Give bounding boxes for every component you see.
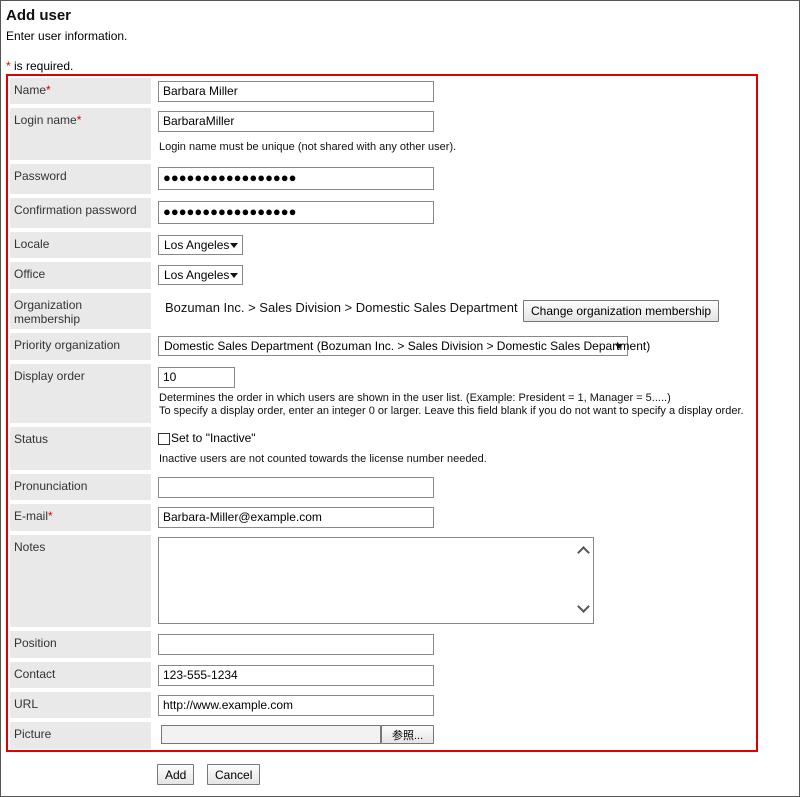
status-hint: Inactive users are not counted towards t… [159,453,487,465]
required-note: * is required. [6,59,73,73]
office-select[interactable]: Los Angeles [158,265,243,285]
notes-label: Notes [10,535,151,627]
password-label: Password [10,164,151,194]
page-title: Add user [6,7,72,24]
name-label: Name* [10,78,151,104]
name-cell: Barbara Miller [158,76,756,105]
position-cell [158,629,756,659]
locale-select[interactable]: Los Angeles [158,235,243,255]
required-mark: * [48,509,53,523]
picture-label: Picture [10,722,151,749]
picture-cell: 参照... [158,720,756,750]
inactive-checkbox[interactable] [158,433,170,445]
contact-label: Contact [10,662,151,688]
password-cell: ●●●●●●●●●●●●●●●●● [158,162,756,195]
position-input[interactable] [158,634,434,655]
row-login-name: Login name* BarbaraMiller Login name mus… [8,106,756,162]
pronunciation-input[interactable] [158,477,434,498]
scroll-down-icon[interactable] [577,600,590,613]
row-contact: Contact 123-555-1234 [8,660,756,690]
row-status: Status Set to "Inactive" Inactive users … [8,425,756,472]
row-office: Office Los Angeles [8,260,756,291]
row-url: URL http://www.example.com [8,690,756,720]
priority-org-value: Domestic Sales Department (Bozuman Inc. … [164,339,651,353]
change-org-membership-button[interactable]: Change organization membership [523,300,720,322]
row-password: Password ●●●●●●●●●●●●●●●●● [8,162,756,196]
org-membership-label: Organization membership [10,293,151,329]
login-name-label-text: Login name [14,113,77,127]
row-pronunciation: Pronunciation [8,472,756,502]
picture-file-path[interactable] [161,725,381,744]
display-order-input[interactable]: 10 [158,367,235,388]
login-name-hint: Login name must be unique (not shared wi… [159,141,457,153]
page-subtitle: Enter user information. [6,29,128,43]
inactive-checkbox-label[interactable]: Set to "Inactive" [171,431,256,445]
chevron-down-icon [615,344,623,349]
row-org-membership: Organization membership Bozuman Inc. > S… [8,291,756,331]
row-picture: Picture 参照... [8,720,756,750]
status-cell: Set to "Inactive" Inactive users are not… [158,425,756,471]
row-notes: Notes [8,533,756,629]
locale-value: Los Angeles [164,238,230,252]
email-label: E-mail* [10,504,151,531]
login-name-cell: BarbaraMiller Login name must be unique … [158,106,756,161]
row-name: Name* Barbara Miller [8,76,756,106]
email-cell: Barbara-Miller@example.com [158,502,756,532]
pronunciation-cell [158,472,756,501]
confirm-password-input[interactable]: ●●●●●●●●●●●●●●●●● [158,201,434,224]
display-order-hint-2: To specify a display order, enter an int… [159,405,744,417]
org-membership-path: Bozuman Inc. > Sales Division > Domestic… [165,300,518,315]
org-membership-cell: Bozuman Inc. > Sales Division > Domestic… [158,291,756,330]
user-form: Name* Barbara Miller Login name* Barbara… [6,74,758,752]
row-email: E-mail* Barbara-Miller@example.com [8,502,756,533]
locale-label: Locale [10,232,151,258]
chevron-down-icon [230,243,238,248]
pronunciation-label: Pronunciation [10,474,151,500]
display-order-cell: 10 Determines the order in which users a… [158,362,756,424]
email-label-text: E-mail [14,509,49,523]
browse-button[interactable]: 参照... [381,725,435,744]
notes-textarea[interactable] [158,537,594,624]
add-button[interactable]: Add [157,764,195,785]
notes-cell [158,533,756,628]
contact-input[interactable]: 123-555-1234 [158,665,434,686]
status-label: Status [10,427,151,470]
row-priority-org: Priority organization Domestic Sales Dep… [8,331,756,362]
office-label: Office [10,262,151,289]
password-input[interactable]: ●●●●●●●●●●●●●●●●● [158,167,434,190]
url-input[interactable]: http://www.example.com [158,695,434,716]
login-name-label: Login name* [10,108,151,160]
priority-org-cell: Domestic Sales Department (Bozuman Inc. … [158,331,756,361]
office-cell: Los Angeles [158,260,756,290]
locale-cell: Los Angeles [158,230,756,259]
name-label-text: Name [14,83,47,97]
email-input[interactable]: Barbara-Miller@example.com [158,507,434,528]
url-label: URL [10,692,151,718]
position-label: Position [10,631,151,658]
confirm-password-label: Confirmation password [10,198,151,228]
priority-org-select[interactable]: Domestic Sales Department (Bozuman Inc. … [158,336,650,356]
office-value: Los Angeles [164,268,230,282]
confirm-password-cell: ●●●●●●●●●●●●●●●●● [158,196,756,229]
display-order-label: Display order [10,364,151,423]
scroll-up-icon[interactable] [577,546,590,559]
required-text: is required. [10,59,74,73]
row-locale: Locale Los Angeles [8,230,756,260]
row-display-order: Display order 10 Determines the order in… [8,362,756,425]
display-order-hint-1: Determines the order in which users are … [159,392,671,404]
row-position: Position [8,629,756,660]
contact-cell: 123-555-1234 [158,660,756,689]
priority-org-label: Priority organization [10,333,151,360]
cancel-button[interactable]: Cancel [207,764,261,785]
row-confirm-password: Confirmation password ●●●●●●●●●●●●●●●●● [8,196,756,230]
chevron-down-icon [230,273,238,278]
url-cell: http://www.example.com [158,690,756,719]
notes-scrollbar[interactable] [576,538,593,623]
name-input[interactable]: Barbara Miller [158,81,434,102]
login-name-input[interactable]: BarbaraMiller [158,111,434,132]
required-mark: * [46,83,51,97]
required-mark: * [76,113,82,127]
